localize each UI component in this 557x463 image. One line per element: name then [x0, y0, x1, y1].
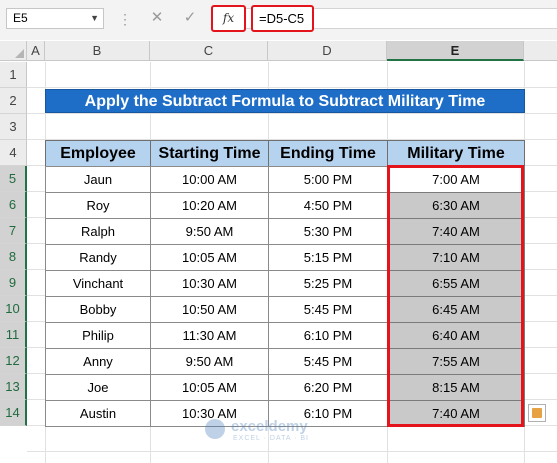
gridline	[27, 87, 557, 88]
row-header-2[interactable]: 2	[0, 88, 27, 114]
row-header-4[interactable]: 4	[0, 140, 27, 166]
starting-time-cell[interactable]: 11:30 AM	[150, 322, 269, 349]
ending-time-cell[interactable]: 5:25 PM	[268, 270, 388, 297]
ending-time-cell[interactable]: 5:45 PM	[268, 296, 388, 323]
starting-time-cell[interactable]: 10:50 AM	[150, 296, 269, 323]
name-box[interactable]: E5 ▼	[6, 8, 104, 29]
ending-time-cell[interactable]: 4:50 PM	[268, 192, 388, 219]
starting-time-cell[interactable]: 9:50 AM	[150, 218, 269, 245]
table-header-cell[interactable]: Ending Time	[268, 140, 388, 167]
starting-time-cell[interactable]: 10:20 AM	[150, 192, 269, 219]
ending-time-cell[interactable]: 5:30 PM	[268, 218, 388, 245]
employee-cell[interactable]: Ralph	[45, 218, 151, 245]
quick-analysis-icon[interactable]	[528, 404, 546, 422]
ending-time-cell[interactable]: 5:45 PM	[268, 348, 388, 375]
row-header-6[interactable]: 6	[0, 192, 27, 218]
row-header-11[interactable]: 11	[0, 322, 27, 348]
name-box-value: E5	[13, 11, 28, 25]
starting-time-cell[interactable]: 9:50 AM	[150, 348, 269, 375]
row-header-9[interactable]: 9	[0, 270, 27, 296]
employee-cell[interactable]: Bobby	[45, 296, 151, 323]
enter-icon[interactable]: ✓	[181, 8, 199, 28]
row-header-13[interactable]: 13	[0, 374, 27, 400]
starting-time-cell[interactable]: 10:30 AM	[150, 270, 269, 297]
employee-cell[interactable]: Vinchant	[45, 270, 151, 297]
ending-time-cell[interactable]: 6:20 PM	[268, 374, 388, 401]
watermark: exceldemy EXCEL · DATA · BI	[205, 416, 365, 446]
column-header-d[interactable]: D	[268, 41, 387, 61]
starting-time-cell[interactable]: 10:00 AM	[150, 166, 269, 193]
sheet-title[interactable]: Apply the Subtract Formula to Subtract M…	[45, 89, 525, 113]
select-all-corner[interactable]	[0, 41, 27, 61]
row-header-14[interactable]: 14	[0, 400, 27, 426]
fx-icon: fx	[222, 11, 235, 25]
chevron-down-icon[interactable]: ▼	[90, 9, 99, 28]
employee-cell[interactable]: Philip	[45, 322, 151, 349]
row-header-10[interactable]: 10	[0, 296, 27, 322]
cancel-icon[interactable]: ✕	[148, 8, 166, 28]
row-header-8[interactable]: 8	[0, 244, 27, 270]
column-header-b[interactable]: B	[45, 41, 150, 61]
starting-time-cell[interactable]: 10:05 AM	[150, 244, 269, 271]
row-header-3[interactable]: 3	[0, 114, 27, 140]
ending-time-cell[interactable]: 5:15 PM	[268, 244, 388, 271]
employee-cell[interactable]: Jaun	[45, 166, 151, 193]
row-header-12[interactable]: 12	[0, 348, 27, 374]
employee-cell[interactable]: Joe	[45, 374, 151, 401]
table-header-cell[interactable]: Military Time	[387, 140, 525, 167]
selection-highlight	[387, 165, 524, 427]
table-header-cell[interactable]: Employee	[45, 140, 151, 167]
formula-text[interactable]: =D5-C5	[251, 5, 314, 32]
column-header-f[interactable]	[524, 41, 557, 61]
employee-cell[interactable]: Roy	[45, 192, 151, 219]
exceldemy-logo-icon	[205, 419, 225, 439]
employee-cell[interactable]: Randy	[45, 244, 151, 271]
row-header-5[interactable]: 5	[0, 166, 27, 192]
starting-time-cell[interactable]: 10:05 AM	[150, 374, 269, 401]
more-icon: ⋮	[118, 11, 133, 27]
column-header-c[interactable]: C	[150, 41, 268, 61]
row-header-7[interactable]: 7	[0, 218, 27, 244]
table-header-cell[interactable]: Starting Time	[150, 140, 269, 167]
gridline	[27, 451, 557, 452]
employee-cell[interactable]: Austin	[45, 400, 151, 427]
insert-function-button[interactable]: fx	[211, 5, 246, 32]
ending-time-cell[interactable]: 5:00 PM	[268, 166, 388, 193]
column-header-a[interactable]: A	[27, 41, 45, 61]
row-header-1[interactable]: 1	[0, 62, 27, 88]
employee-cell[interactable]: Anny	[45, 348, 151, 375]
column-header-e[interactable]: E	[387, 41, 524, 61]
ending-time-cell[interactable]: 6:10 PM	[268, 322, 388, 349]
